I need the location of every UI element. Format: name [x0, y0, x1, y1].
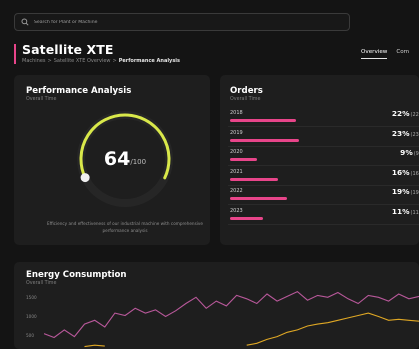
energy-series-line-secondary: [84, 312, 419, 348]
search-input[interactable]: [34, 19, 334, 25]
order-percent-value: 22%: [391, 109, 410, 118]
tab-com[interactable]: Com: [396, 49, 409, 58]
order-bar: [230, 119, 296, 122]
order-count: (110): [410, 209, 419, 216]
search-bar[interactable]: [14, 13, 350, 31]
y-tick-label: 500: [26, 333, 34, 338]
score-max: /100: [130, 158, 147, 166]
order-bar: [230, 216, 263, 220]
tab-bar: Overview Com: [361, 49, 418, 59]
order-bar: [230, 197, 287, 200]
orders-card: Orders Overall Time 201822%(220)201923%(…: [220, 75, 419, 245]
score-value: 64: [103, 148, 131, 170]
order-count: (160): [410, 170, 419, 177]
order-percent-value: 23%: [391, 128, 410, 138]
order-row: 2023 11%(110): [228, 207, 419, 225]
order-row: 2022 19%(190): [228, 187, 419, 205]
performance-card: Performance Analysis Overall Time 64/100…: [14, 75, 210, 245]
y-tick-label: 1500: [26, 295, 37, 300]
orders-title: Orders: [230, 86, 263, 96]
performance-subtitle: Overall Time: [26, 97, 57, 102]
performance-title: Performance Analysis: [26, 86, 132, 96]
order-percent-value: 9%: [400, 148, 413, 157]
order-percent: 19%(190): [392, 187, 419, 196]
energy-title: Energy Consumption: [26, 270, 127, 280]
order-year: 2019: [230, 129, 243, 136]
order-row: 2018 22%(220): [228, 109, 419, 127]
tab-overview[interactable]: Overview: [361, 49, 388, 59]
order-year: 2018: [230, 110, 243, 116]
title-accent: [14, 44, 16, 64]
order-bar: [230, 158, 257, 161]
order-percent-value: 19%: [391, 187, 410, 196]
order-row: 2019 23%(230): [228, 129, 419, 147]
order-percent: 11%(110): [392, 207, 419, 216]
search-icon: [21, 18, 29, 26]
order-percent: 22%(220): [392, 109, 419, 118]
order-row: 2021 16%(160): [228, 168, 419, 186]
breadcrumb-item-overview[interactable]: Satellite XTE Overview: [54, 58, 111, 64]
order-year: 2020: [230, 149, 243, 155]
order-year: 2021: [230, 168, 243, 175]
order-bar: [230, 177, 278, 181]
order-percent-value: 16%: [391, 167, 410, 177]
order-count: (190): [410, 190, 419, 196]
performance-description: Efficiency and effectiveness of our indu…: [46, 221, 203, 233]
breadcrumb-item-current: Performance Analysis: [118, 58, 180, 64]
order-percent: 23%(230): [392, 129, 419, 138]
order-percent-value: 11%: [391, 206, 410, 216]
order-count: (230): [410, 131, 419, 138]
order-count: (220): [410, 112, 419, 118]
energy-card: Energy Consumption Overall Time 1500 100…: [14, 262, 419, 349]
order-percent: 16%(160): [392, 168, 419, 177]
order-year: 2022: [230, 188, 243, 194]
order-percent: 9%(90): [400, 148, 419, 157]
order-count: (90): [413, 151, 419, 157]
energy-chart: [44, 290, 419, 348]
orders-subtitle: Overall Time: [230, 97, 261, 102]
order-row: 2020 9%(90): [228, 148, 419, 166]
y-tick-label: 1000: [26, 314, 37, 319]
breadcrumb: Machines > Satellite XTE Overview > Performa…: [22, 58, 180, 64]
performance-score: 64/100: [72, 106, 178, 212]
page-title: Satellite XTE: [22, 42, 114, 57]
order-year: 2023: [230, 207, 243, 214]
breadcrumb-item-machines[interactable]: Machines: [22, 58, 46, 64]
order-bar: [230, 138, 299, 142]
